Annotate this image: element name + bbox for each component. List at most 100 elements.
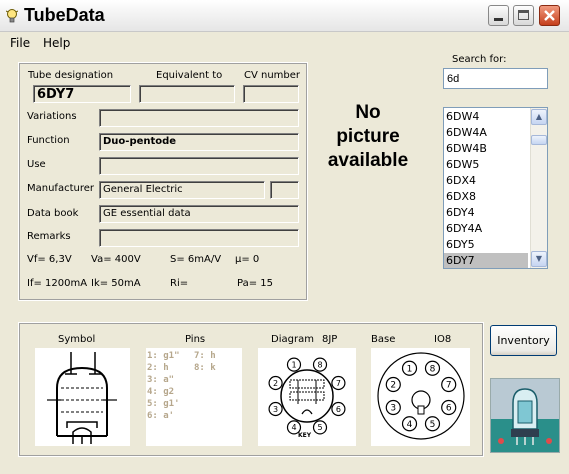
pin-number: 1 xyxy=(291,360,296,369)
equivalent-field[interactable] xyxy=(139,85,235,103)
result-item[interactable]: 6DW4A xyxy=(444,125,528,141)
param-ik: Ik= 50mA xyxy=(91,278,141,289)
pin-number: 6 xyxy=(446,404,452,414)
pin-number: 6 xyxy=(336,405,341,414)
no-picture-line2: picture xyxy=(336,126,400,147)
param-pa: Pa= 15 xyxy=(237,278,273,289)
pin-marker: 2 xyxy=(268,375,283,391)
pin-marker: 8 xyxy=(424,360,441,376)
pin-marker: 6 xyxy=(441,399,457,416)
equivalent-label: Equivalent to xyxy=(156,70,223,81)
pin-number: 8 xyxy=(430,364,436,374)
result-item[interactable]: 6DW4 xyxy=(444,109,528,125)
pin-number: 7 xyxy=(446,381,452,391)
pin-number: 4 xyxy=(291,423,296,432)
search-label: Search for: xyxy=(452,54,507,65)
manufacturer-field[interactable]: General Electric xyxy=(99,181,265,199)
lightbulb-icon xyxy=(6,9,18,23)
pin-number: 8 xyxy=(317,360,322,369)
pin-marker: 3 xyxy=(385,399,401,416)
remarks-label: Remarks xyxy=(27,231,71,242)
pin-marker: 7 xyxy=(331,375,346,391)
manufacturer-extra-field[interactable] xyxy=(270,181,299,199)
maximize-icon xyxy=(518,10,529,20)
minimize-icon xyxy=(494,18,503,21)
base-image: 12 34 56 78 xyxy=(371,348,470,446)
scroll-down-button[interactable]: ▼ xyxy=(531,251,547,267)
databook-label: Data book xyxy=(27,208,79,219)
no-picture-line1: No xyxy=(355,102,381,123)
param-vf: Vf= 6,3V xyxy=(27,254,72,265)
base-code: IO8 xyxy=(434,334,452,345)
inventory-button[interactable]: Inventory xyxy=(490,325,557,356)
scroll-thumb[interactable] xyxy=(531,135,547,145)
minimize-button[interactable] xyxy=(488,5,509,26)
cv-number-field[interactable] xyxy=(243,85,299,103)
pin-marker: 4 xyxy=(401,416,418,432)
scroll-up-button[interactable]: ▲ xyxy=(531,109,547,125)
window-title: TubeData xyxy=(24,5,105,25)
pin-number: 3 xyxy=(273,405,278,414)
diagram-code: 8JP xyxy=(322,334,338,345)
pin-marker: 5 xyxy=(312,420,328,435)
param-va: Va= 400V xyxy=(91,254,141,265)
results-listbox[interactable]: 6DW4 6DW4A 6DW4B 6DW5 6DX4 6DX8 6DY4 6DY4A 6DY5 6… xyxy=(443,107,548,269)
designation-field[interactable]: 6DY7 xyxy=(33,85,131,103)
pin-marker: 3 xyxy=(268,401,283,417)
menu-file[interactable]: File xyxy=(10,36,30,50)
pin-number: 2 xyxy=(390,381,396,391)
pin-entry: 6: a' xyxy=(147,411,175,421)
pin-entry: 7: h xyxy=(194,351,216,361)
pin-diagram-image: 1 2 3 4 5 6 7 8 KEY xyxy=(258,348,356,446)
chevron-up-icon: ▲ xyxy=(535,112,543,121)
result-item[interactable]: 6DX8 xyxy=(444,189,528,205)
function-field[interactable]: Duo-pentode xyxy=(99,133,299,151)
diagram-label: Diagram xyxy=(271,334,314,345)
use-field[interactable] xyxy=(99,157,299,175)
result-item[interactable]: 6DW5 xyxy=(444,157,528,173)
search-input[interactable] xyxy=(443,68,548,89)
function-label: Function xyxy=(27,135,70,146)
chevron-down-icon: ▼ xyxy=(535,254,543,263)
pins-column-2: 7: h 8: k xyxy=(194,350,216,374)
pin-marker: 2 xyxy=(385,376,401,393)
result-item[interactable]: 6DY5 xyxy=(444,237,528,253)
pin-marker: 1 xyxy=(286,357,302,372)
pin-entry: 3: a" xyxy=(147,375,175,385)
pin-number: 5 xyxy=(430,420,436,430)
pin-marker: 5 xyxy=(424,416,441,432)
pin-entry: 4: g2 xyxy=(147,387,175,397)
pins-label: Pins xyxy=(185,334,206,345)
pin-number: 5 xyxy=(317,423,322,432)
databook-field[interactable]: GE essential data xyxy=(99,205,299,223)
param-s: S= 6mA/V xyxy=(170,254,222,265)
pin-entry: 8: k xyxy=(194,363,216,373)
variations-label: Variations xyxy=(27,111,77,122)
result-item[interactable]: 6DY4 xyxy=(444,205,528,221)
designation-label: Tube designation xyxy=(28,70,114,81)
pin-marker: 8 xyxy=(312,357,328,372)
result-item[interactable]: 6DY7 xyxy=(444,253,528,268)
param-ri: Ri= xyxy=(170,278,189,289)
result-item[interactable]: 6DX4 xyxy=(444,173,528,189)
pin-number: 2 xyxy=(273,379,278,388)
pin-number: 4 xyxy=(407,420,413,430)
menu-bar xyxy=(0,32,569,52)
pin-entry: 5: g1' xyxy=(147,399,180,409)
pin-number: 7 xyxy=(336,379,341,388)
symbol-image xyxy=(35,348,130,446)
pin-marker: 6 xyxy=(331,401,346,417)
menu-help[interactable]: Help xyxy=(43,36,70,50)
result-item[interactable]: 6DW4B xyxy=(444,141,528,157)
octal-base-icon: 12 34 56 78 xyxy=(377,352,465,440)
results-scrollbar[interactable]: ▲ ▼ xyxy=(530,108,547,268)
variations-field[interactable] xyxy=(99,109,299,127)
close-button[interactable] xyxy=(539,5,560,26)
pin-marker: 1 xyxy=(401,360,418,376)
result-item[interactable]: 6DY4A xyxy=(444,221,528,237)
remarks-field[interactable] xyxy=(99,229,299,247)
no-picture-text: No picture available xyxy=(312,101,424,173)
tube-logo-icon xyxy=(491,379,559,452)
close-icon xyxy=(544,10,555,21)
maximize-button[interactable] xyxy=(513,5,534,26)
